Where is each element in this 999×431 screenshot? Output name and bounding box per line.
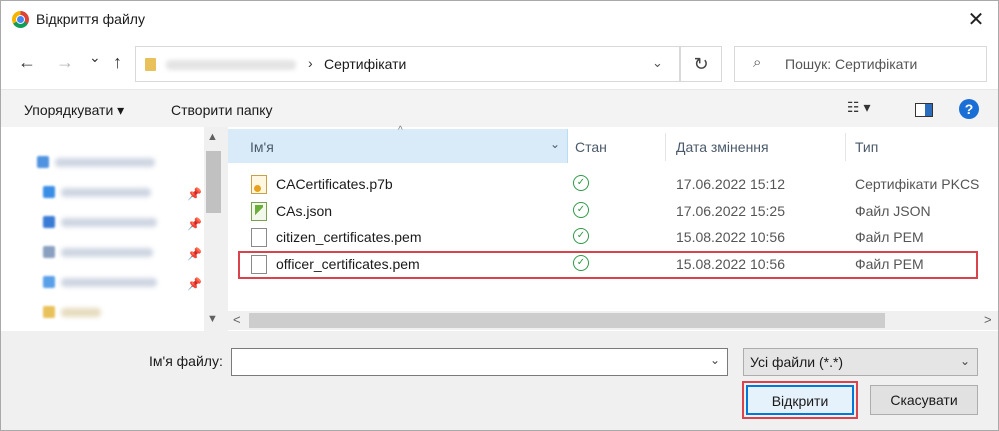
preview-pane-icon[interactable] xyxy=(915,103,933,117)
pin-icon[interactable]: 📌 xyxy=(187,217,202,231)
file-date: 17.06.2022 15:12 xyxy=(676,176,785,192)
file-type: Файл PEM xyxy=(855,229,924,245)
file-type: Файл JSON xyxy=(855,203,931,219)
refresh-button[interactable]: ↻ xyxy=(680,46,722,82)
scrollbar-thumb[interactable] xyxy=(206,151,221,213)
scroll-up-icon[interactable]: ▲ xyxy=(207,131,218,143)
column-header-type[interactable]: Тип xyxy=(855,139,878,155)
back-arrow-icon[interactable]: ← xyxy=(18,52,36,73)
forward-arrow-icon[interactable]: → xyxy=(56,52,74,73)
scroll-right-icon[interactable]: > xyxy=(984,312,992,327)
downloads-icon xyxy=(43,216,55,228)
file-list-horizontal-scrollbar[interactable]: < > xyxy=(228,311,998,330)
breadcrumb-current[interactable]: Сертифікати xyxy=(324,56,406,72)
pictures-icon xyxy=(43,276,55,288)
column-chevron-icon[interactable]: ⌄ xyxy=(550,137,560,151)
file-list: ^ Ім'я ⌄ Стан Дата змінення Тип CACertif… xyxy=(228,125,998,331)
window-title: Відкриття файлу xyxy=(36,11,145,27)
desktop-icon xyxy=(43,186,55,198)
column-divider xyxy=(845,133,846,161)
up-folder-icon[interactable]: ↑ xyxy=(113,52,122,73)
chevron-down-icon: ⌄ xyxy=(960,354,971,368)
pin-icon[interactable]: 📌 xyxy=(187,187,202,201)
column-header-row: ^ Ім'я ⌄ Стан Дата змінення Тип xyxy=(228,125,998,163)
scroll-left-icon[interactable]: < xyxy=(233,312,241,327)
open-button-highlight xyxy=(742,381,858,419)
help-icon[interactable]: ? xyxy=(959,99,979,119)
address-dropdown-icon[interactable]: ⌄ xyxy=(652,55,663,71)
folder-icon xyxy=(43,306,55,318)
pem-file-icon xyxy=(251,228,267,247)
search-input[interactable]: Пошук: Сертифікати xyxy=(785,56,917,72)
json-file-icon xyxy=(251,202,267,221)
sync-ok-icon: ✓ xyxy=(573,175,589,191)
new-folder-button[interactable]: Створити папку xyxy=(171,102,273,118)
recent-locations-chevron-icon[interactable]: ⌄ xyxy=(89,49,101,66)
title-bar: Відкриття файлу ✕ xyxy=(1,1,998,39)
file-row[interactable]: citizen_certificates.pem ✓ 15.08.2022 10… xyxy=(228,224,998,250)
file-name-dropdown-icon[interactable]: ⌄ xyxy=(710,353,720,367)
file-type: Сертифікати PKCS xyxy=(855,176,980,192)
column-header-date[interactable]: Дата змінення xyxy=(676,139,769,155)
blurred-label xyxy=(61,308,101,317)
column-divider xyxy=(665,133,666,161)
pin-icon[interactable]: 📌 xyxy=(187,247,202,261)
view-options-icon[interactable]: ☷ ▾ xyxy=(847,99,870,116)
close-icon[interactable]: ✕ xyxy=(963,7,989,33)
blurred-label xyxy=(61,218,157,227)
certificate-file-icon xyxy=(251,175,267,194)
open-file-dialog: Відкриття файлу ✕ ← → ⌄ ↑ › Сертифікати … xyxy=(0,0,999,431)
navigation-pane: 📌 📌 📌 📌 xyxy=(1,127,223,331)
file-name-input[interactable] xyxy=(231,348,728,376)
search-box[interactable]: ⌕ Пошук: Сертифікати xyxy=(734,46,987,82)
blurred-label xyxy=(61,188,151,197)
documents-icon xyxy=(43,246,55,258)
cancel-button[interactable]: Скасувати xyxy=(870,385,978,415)
file-name-label: Ім'я файлу: xyxy=(149,353,223,369)
file-name: citizen_certificates.pem xyxy=(276,229,422,245)
file-row[interactable]: CACertificates.p7b ✓ 17.06.2022 15:12 Се… xyxy=(228,171,998,197)
selected-file-highlight xyxy=(238,251,978,279)
sort-ascending-icon: ^ xyxy=(398,125,403,136)
navigation-bar: ← → ⌄ ↑ › Сертифікати ⌄ ↻ ⌕ Пошук: Серти… xyxy=(1,39,998,89)
blurred-label xyxy=(61,248,153,257)
file-row[interactable]: CAs.json ✓ 17.06.2022 15:25 Файл JSON xyxy=(228,198,998,224)
scrollbar-thumb[interactable] xyxy=(249,313,885,328)
column-name-label: Ім'я xyxy=(250,139,274,155)
command-toolbar: Упорядкувати ▾ Створити папку ☷ ▾ ? xyxy=(1,89,998,127)
column-header-name[interactable]: ^ Ім'я ⌄ xyxy=(228,125,568,163)
file-type-filter-value: Усі файли (*.*) xyxy=(750,354,844,370)
folder-icon xyxy=(145,58,156,71)
scroll-down-icon[interactable]: ▼ xyxy=(207,313,218,325)
blurred-label xyxy=(55,158,155,167)
file-date: 17.06.2022 15:25 xyxy=(676,203,785,219)
organize-button[interactable]: Упорядкувати ▾ xyxy=(24,102,124,119)
file-name: CACertificates.p7b xyxy=(276,176,393,192)
blurred-path-segment xyxy=(166,60,296,70)
breadcrumb-separator: › xyxy=(308,55,313,71)
quick-access-icon xyxy=(37,156,49,168)
address-bar[interactable]: › Сертифікати ⌄ xyxy=(135,46,680,82)
chrome-icon xyxy=(12,11,29,28)
sync-ok-icon: ✓ xyxy=(573,228,589,244)
search-icon: ⌕ xyxy=(753,54,762,71)
column-header-status[interactable]: Стан xyxy=(575,139,607,155)
pin-icon[interactable]: 📌 xyxy=(187,277,202,291)
file-name: CAs.json xyxy=(276,203,333,219)
file-date: 15.08.2022 10:56 xyxy=(676,229,785,245)
file-type-filter-select[interactable]: Усі файли (*.*) ⌄ xyxy=(743,348,978,376)
sync-ok-icon: ✓ xyxy=(573,202,589,218)
navigation-pane-scrollbar[interactable]: ▲ ▼ xyxy=(204,127,223,331)
blurred-label xyxy=(61,278,157,287)
